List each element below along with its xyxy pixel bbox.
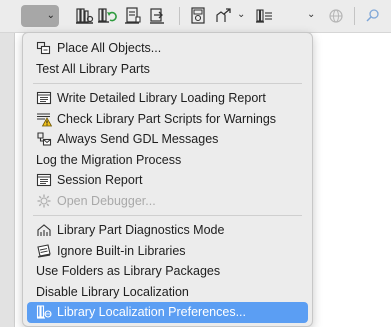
toolbar-separator	[354, 7, 355, 25]
menu-separator	[33, 83, 302, 84]
menu-separator	[33, 215, 302, 216]
chevron-down-icon[interactable]: ⌄	[237, 9, 245, 20]
diagnostics-mode-icon	[37, 224, 51, 237]
menu-item-write-detailed-report[interactable]: Write Detailed Library Loading Report	[27, 88, 308, 109]
library-manager-icon[interactable]	[75, 6, 95, 26]
menu-item-label: Library Localization Preferences...	[57, 305, 246, 319]
migrate-libraries-icon[interactable]	[148, 6, 168, 26]
object-settings-icon[interactable]	[189, 6, 209, 26]
menu-item-label: Open Debugger...	[57, 193, 156, 208]
menu-item-disable-localization[interactable]: Disable Library Localization	[27, 282, 308, 303]
app-window: ···· ⌄	[0, 0, 391, 327]
menu-item-always-send-gdl-messages[interactable]: Always Send GDL Messages	[27, 129, 308, 150]
menu-item-label: Place All Objects...	[57, 41, 162, 55]
library-parts-icon[interactable]	[123, 6, 143, 26]
menu-item-test-all-library-parts[interactable]: Test All Library Parts	[27, 59, 308, 80]
menu-item-ignore-builtin-libraries[interactable]: Ignore Built-in Libraries	[27, 241, 308, 262]
reload-libraries-icon[interactable]	[97, 6, 117, 26]
menu-item-label: Session Report	[57, 173, 143, 187]
menu-item-label: Library Part Diagnostics Mode	[57, 223, 225, 237]
menu-item-check-scripts-warnings[interactable]: Check Library Part Scripts for Warnings	[27, 109, 308, 130]
menu-item-diagnostics-mode[interactable]: Library Part Diagnostics Mode	[27, 220, 308, 241]
library-toolbar: ⌄ ⌄ ⌄	[0, 0, 391, 33]
palette-side-strip: ····	[0, 0, 15, 327]
libraries-list-icon[interactable]	[255, 6, 275, 26]
export-arrow-icon[interactable]	[214, 6, 234, 26]
developer-menu-dropdown-button[interactable]: ⌄	[21, 5, 59, 27]
toolbar-separator	[179, 7, 180, 25]
search-icon[interactable]	[363, 6, 383, 26]
menu-item-label: Ignore Built-in Libraries	[57, 243, 186, 258]
place-objects-icon	[36, 42, 51, 55]
gdl-messages-icon	[37, 132, 52, 146]
menu-item-label: Write Detailed Library Loading Report	[57, 91, 266, 105]
globe-icon	[329, 9, 343, 23]
chevron-down-icon[interactable]: ⌄	[307, 9, 315, 20]
warning-list-icon	[37, 113, 52, 127]
developer-dropdown-menu: Place All Objects... Test All Library Pa…	[22, 32, 313, 327]
menu-item-open-debugger: Open Debugger...	[27, 191, 308, 212]
menu-item-label: Check Library Part Scripts for Warnings	[57, 111, 277, 126]
debugger-gear-icon	[37, 194, 51, 208]
ignore-libraries-icon	[37, 244, 51, 258]
menu-item-label: Log the Migration Process	[36, 152, 182, 167]
menu-item-label: Disable Library Localization	[36, 284, 189, 299]
menu-item-session-report[interactable]: Session Report	[27, 170, 308, 191]
menu-item-label: Always Send GDL Messages	[57, 132, 219, 146]
menu-item-log-migration-process[interactable]: Log the Migration Process	[27, 150, 308, 171]
chevron-down-icon: ⌄	[46, 10, 55, 21]
session-report-icon	[36, 174, 52, 187]
localization-preferences-icon	[36, 305, 52, 319]
menu-item-place-all-objects[interactable]: Place All Objects...	[27, 38, 308, 59]
menu-item-localization-preferences[interactable]: Library Localization Preferences...	[27, 302, 308, 323]
menu-item-use-folders-as-packages[interactable]: Use Folders as Library Packages	[27, 261, 308, 282]
report-window-icon	[36, 92, 52, 105]
menu-item-label: Test All Library Parts	[36, 61, 150, 76]
menu-item-label: Use Folders as Library Packages	[36, 264, 221, 278]
